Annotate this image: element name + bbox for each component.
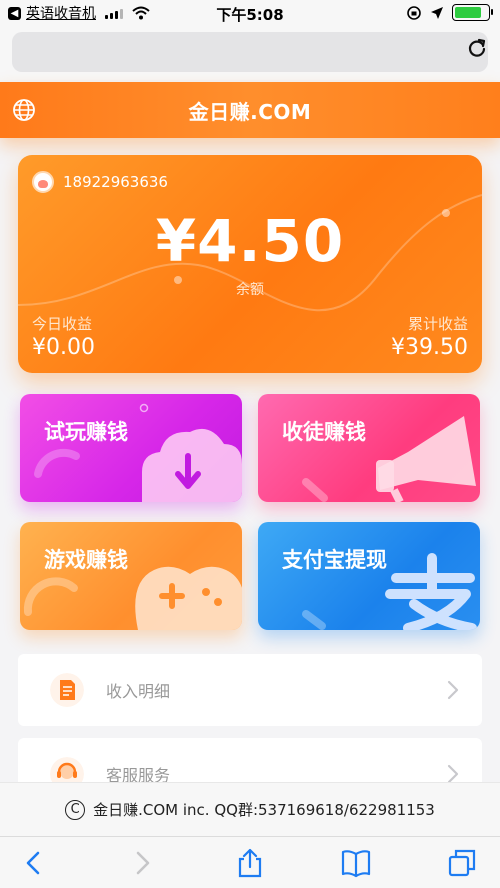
chevron-right-icon [447,680,459,700]
forward-icon[interactable] [126,847,158,879]
avatar[interactable] [32,171,54,193]
megaphone-icon [302,416,476,502]
page-title: 金日赚.COM [188,99,312,124]
status-bar: ◀ 英语收音机 下午5:08 [0,0,500,26]
battery-level [455,7,481,18]
alipay-withdraw-tile[interactable]: 支付宝提现 [258,522,480,630]
app-header: 金日赚.COM [0,82,500,138]
orientation-lock-icon [407,5,421,20]
user-phone: 18922963636 [63,173,168,191]
copyright-footer: C 金日赚.COM inc. QQ群:537169618/622981153 [0,782,500,836]
status-right [406,4,493,21]
copyright-icon: C [65,799,86,820]
total-earnings-label: 累计收益 [407,315,468,333]
today-earnings-value: ¥0.00 [32,335,95,360]
share-icon[interactable] [234,847,266,879]
today-earnings-label: 今日收益 [32,315,93,333]
income-details-row[interactable]: 收入明细 [18,654,482,726]
back-icon[interactable] [18,847,50,879]
game-earn-tile[interactable]: 游戏赚钱 [20,522,242,630]
balance-amount: ¥4.50 [155,207,345,275]
total-earnings-value: ¥39.50 [391,335,468,360]
copyright-text: 金日赚.COM inc. QQ群:537169618/622981153 [93,801,435,819]
reload-icon[interactable] [466,36,488,58]
location-icon [431,6,443,19]
cloud-download-icon [34,403,242,502]
browser-toolbar [0,836,500,888]
recruit-earn-tile[interactable]: 收徒赚钱 [258,394,480,502]
gamepad-icon [23,566,242,630]
browser-address-area [0,26,500,80]
income-details-label: 收入明细 [106,682,171,701]
balance-card: 18922963636 ¥4.50 余额 今日收益 ¥0.00 累计收益 ¥39… [18,155,482,373]
chevron-right-icon [447,764,459,784]
user-row: 18922963636 [32,171,168,193]
battery-icon [452,4,493,21]
globe-icon[interactable] [12,98,36,122]
bookmarks-icon[interactable] [340,847,372,879]
alipay-icon [302,553,477,630]
trial-earn-tile[interactable]: 试玩赚钱 [20,394,242,502]
document-icon [50,673,84,707]
balance-label: 余额 [236,282,264,298]
tabs-icon[interactable] [446,847,478,879]
address-bar[interactable] [12,32,488,72]
